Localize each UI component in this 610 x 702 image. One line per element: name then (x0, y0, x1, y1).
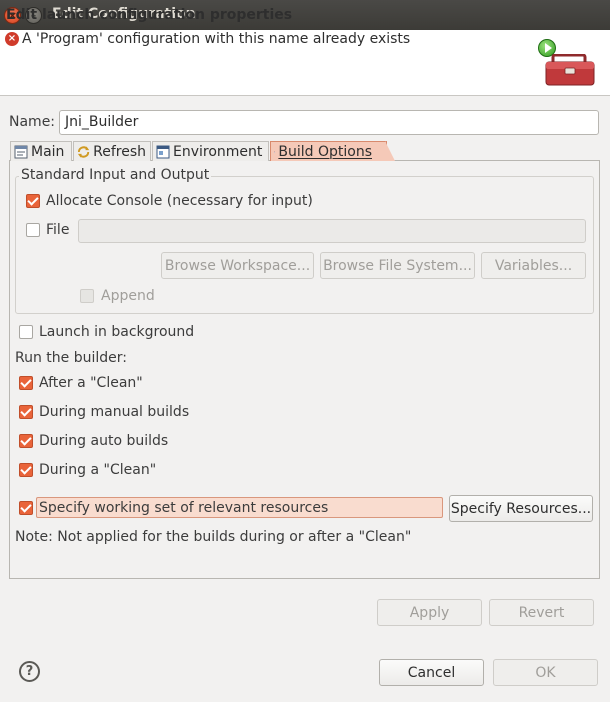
browse-workspace-button[interactable]: Browse Workspace... (161, 252, 314, 279)
name-label: Name: (9, 114, 56, 130)
auto-builds-label: During auto builds (39, 433, 169, 449)
tab-label: Build Options (278, 144, 372, 160)
help-icon[interactable]: ? (19, 661, 40, 682)
browse-file-system-button[interactable]: Browse File System... (320, 252, 475, 279)
std-io-group-title: Standard Input and Output (19, 167, 212, 183)
variables-button[interactable]: Variables... (481, 252, 586, 279)
append-checkbox[interactable] (80, 289, 94, 303)
error-icon: × (5, 32, 19, 46)
ok-button[interactable]: OK (493, 659, 598, 686)
environment-icon (156, 145, 170, 159)
allocate-console-checkbox[interactable] (26, 194, 40, 208)
main-tab-icon (14, 145, 28, 159)
tab-label: Refresh (93, 144, 146, 160)
append-label: Append (101, 288, 155, 304)
allocate-console-label: Allocate Console (necessary for input) (46, 193, 313, 209)
during-clean-label: During a "Clean" (39, 462, 157, 478)
launch-background-checkbox[interactable] (19, 325, 33, 339)
tab-refresh[interactable]: Refresh (73, 141, 151, 161)
toolbox-icon (545, 54, 595, 86)
apply-button[interactable]: Apply (377, 599, 482, 626)
build-options-icon (274, 151, 276, 153)
manual-builds-checkbox[interactable] (19, 405, 33, 419)
working-set-checkbox[interactable] (19, 501, 33, 515)
refresh-icon (77, 146, 90, 158)
file-label: File (46, 222, 70, 238)
during-clean-checkbox[interactable] (19, 463, 33, 477)
file-checkbox[interactable] (26, 223, 40, 237)
auto-builds-checkbox[interactable] (19, 434, 33, 448)
after-clean-label: After a "Clean" (39, 375, 143, 391)
name-input[interactable]: Jni_Builder (59, 110, 599, 135)
header-title: Edit launch configuration properties (6, 7, 293, 23)
after-clean-checkbox[interactable] (19, 376, 33, 390)
clean-note: Note: Not applied for the builds during … (15, 529, 412, 545)
run-builder-label: Run the builder: (15, 350, 127, 366)
launch-background-label: Launch in background (39, 324, 195, 340)
specify-resources-button[interactable]: Specify Resources... (449, 495, 593, 522)
tab-main[interactable]: Main (10, 141, 72, 161)
file-path-input[interactable] (78, 219, 586, 243)
error-message: A 'Program' configuration with this name… (22, 31, 411, 47)
cancel-button[interactable]: Cancel (379, 659, 484, 686)
tab-label: Environment (173, 144, 263, 160)
tab-build-options[interactable]: Build Options (270, 141, 395, 161)
manual-builds-label: During manual builds (39, 404, 190, 420)
tab-environment[interactable]: Environment (152, 141, 269, 161)
working-set-label: Specify working set of relevant resource… (39, 500, 329, 516)
tab-label: Main (31, 144, 65, 160)
revert-button[interactable]: Revert (489, 599, 594, 626)
